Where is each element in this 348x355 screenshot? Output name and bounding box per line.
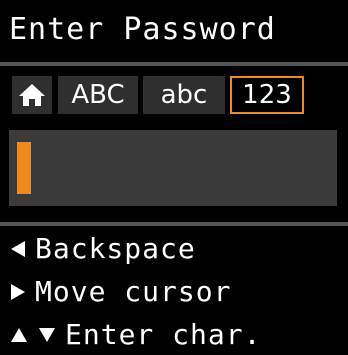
- tab-lowercase[interactable]: abc: [143, 76, 225, 114]
- home-icon: [19, 84, 45, 106]
- help-move-cursor-label: Move cursor: [35, 275, 232, 308]
- tab-uppercase[interactable]: ABC: [58, 76, 138, 114]
- left-arrow-icon: [11, 241, 25, 257]
- text-cursor: [17, 142, 31, 194]
- down-arrow-icon: [39, 328, 55, 342]
- help-backspace: Backspace: [9, 228, 196, 268]
- password-field[interactable]: [9, 130, 337, 206]
- page-title: Enter Password: [9, 12, 276, 47]
- home-button[interactable]: [12, 76, 52, 114]
- right-arrow-icon: [11, 284, 25, 300]
- header: Enter Password: [0, 0, 348, 62]
- help-backspace-label: Backspace: [35, 232, 196, 265]
- help-enter-char-label: Enter char.: [65, 318, 262, 351]
- input-mode-tabs: ABC abc 123: [0, 66, 348, 124]
- key-help: Backspace Move cursor Enter char.: [0, 226, 348, 351]
- help-move-cursor: Move cursor: [9, 271, 231, 311]
- password-entry-screen: Enter Password ABC abc 123 Backspace Mov…: [0, 0, 348, 351]
- tab-numeric[interactable]: 123: [230, 76, 304, 114]
- help-enter-char: Enter char.: [9, 314, 261, 354]
- up-arrow-icon: [11, 328, 27, 342]
